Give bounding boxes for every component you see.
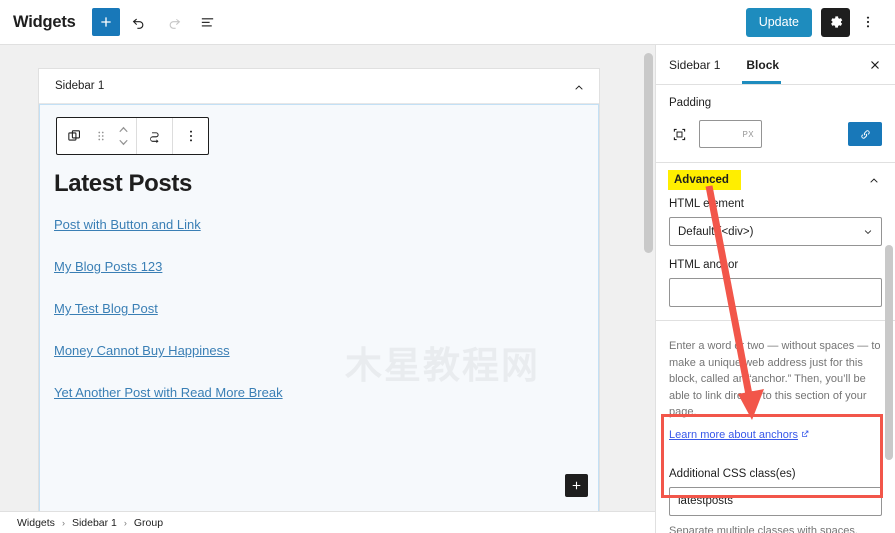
html-anchor-help-text: Enter a word or two — without spaces — t… [669, 340, 881, 418]
breadcrumb-separator: › [123, 517, 127, 528]
redo-button[interactable] [160, 8, 188, 36]
sidebar-tabs: Sidebar 1 Block [656, 45, 895, 85]
padding-section: Padding PX [656, 85, 895, 163]
html-element-select[interactable]: Default (<div>) [669, 217, 882, 246]
latest-posts-heading: Latest Posts [54, 170, 192, 197]
breadcrumb: Widgets › Sidebar 1 › Group [0, 511, 655, 533]
tab-sidebar-1[interactable]: Sidebar 1 [669, 45, 732, 84]
list-view-button[interactable] [194, 8, 222, 36]
page-title: Widgets [13, 12, 76, 31]
latest-posts-list: Post with Button and Link My Blog Posts … [54, 217, 554, 427]
learn-more-label: Learn more about anchors [669, 428, 799, 441]
breadcrumb-item-sidebar-1[interactable]: Sidebar 1 [72, 517, 117, 529]
group-block[interactable]: Latest Posts Post with Button and Link M… [39, 104, 599, 511]
post-link[interactable]: Post with Button and Link [54, 217, 554, 232]
html-anchor-input[interactable] [669, 278, 882, 307]
widgets-editor-screen: Widgets Update Sidebar 1 Latest Posts Po… [0, 0, 895, 533]
block-settings-sidebar: Sidebar 1 Block Padding PX Advanced HTML… [655, 45, 895, 533]
external-link-icon [800, 429, 810, 442]
chevron-up-icon[interactable] [571, 79, 587, 95]
css-classes-input[interactable] [669, 486, 882, 516]
canvas-scrollbar-thumb[interactable] [644, 53, 653, 253]
add-block-button[interactable] [91, 8, 120, 36]
html-anchor-help: Enter a word or two — without spaces — t… [656, 321, 895, 456]
sidebar-scrollbar-thumb[interactable] [885, 245, 893, 460]
inline-add-block-button[interactable] [565, 474, 588, 497]
block-toolbar [56, 117, 209, 155]
select-parent-icon[interactable] [59, 118, 90, 154]
padding-controls-row: PX [669, 120, 882, 148]
block-toolbar-group-2 [137, 118, 173, 154]
block-toolbar-group-1 [57, 118, 137, 154]
editor-header: Widgets Update [0, 0, 895, 45]
chevron-down-icon [861, 225, 875, 239]
close-icon[interactable] [865, 55, 885, 75]
post-link[interactable]: My Test Blog Post [54, 301, 554, 316]
css-classes-label: Additional CSS class(es) [669, 467, 796, 480]
breadcrumb-item-group[interactable]: Group [134, 517, 163, 529]
sidebar-scrollbar[interactable] [885, 45, 893, 533]
canvas-scrollbar[interactable] [644, 45, 653, 511]
html-element-value: Default (<div>) [678, 225, 754, 238]
padding-label: Padding [669, 97, 712, 109]
drag-handle-icon[interactable] [90, 118, 112, 154]
widget-area-header[interactable]: Sidebar 1 [39, 69, 599, 104]
html-anchor-field: HTML anchor [656, 259, 895, 320]
advanced-section-header[interactable]: Advanced [656, 163, 895, 198]
css-classes-help-text: Separate multiple classes with spaces. [669, 524, 858, 533]
chevron-up-icon[interactable] [866, 172, 882, 188]
css-classes-field: Additional CSS class(es) Separate multip… [656, 456, 895, 533]
html-anchor-label: HTML anchor [669, 259, 739, 271]
update-button[interactable]: Update [745, 7, 812, 37]
learn-more-anchors-link[interactable]: Learn more about anchors [669, 429, 810, 442]
tab-block[interactable]: Block [742, 45, 791, 84]
advanced-title: Advanced [668, 170, 741, 190]
padding-unit-label: PX [742, 129, 754, 139]
post-link[interactable]: Money Cannot Buy Happiness [54, 343, 554, 358]
widget-area-panel: Sidebar 1 Latest Posts Post with Button … [38, 68, 600, 511]
block-toolbar-group-3 [173, 118, 208, 154]
html-element-field: HTML element Default (<div>) [656, 198, 895, 259]
editor-canvas: Sidebar 1 Latest Posts Post with Button … [0, 45, 655, 511]
padding-input[interactable]: PX [699, 120, 762, 148]
change-block-type-icon[interactable] [139, 118, 170, 154]
box-sides-icon[interactable] [669, 124, 690, 145]
post-link[interactable]: Yet Another Post with Read More Break [54, 385, 554, 400]
move-up-down-icon[interactable] [112, 118, 134, 154]
widget-area-title: Sidebar 1 [55, 80, 105, 92]
block-options-icon[interactable] [175, 118, 206, 154]
undo-button[interactable] [126, 8, 154, 36]
more-options-button[interactable] [854, 8, 882, 37]
html-element-label: HTML element [669, 198, 744, 210]
breadcrumb-item-widgets[interactable]: Widgets [17, 517, 55, 529]
settings-gear-button[interactable] [821, 7, 850, 37]
breadcrumb-separator: › [61, 517, 65, 528]
post-link[interactable]: My Blog Posts 123 [54, 259, 554, 274]
link-sides-button[interactable] [848, 122, 882, 146]
